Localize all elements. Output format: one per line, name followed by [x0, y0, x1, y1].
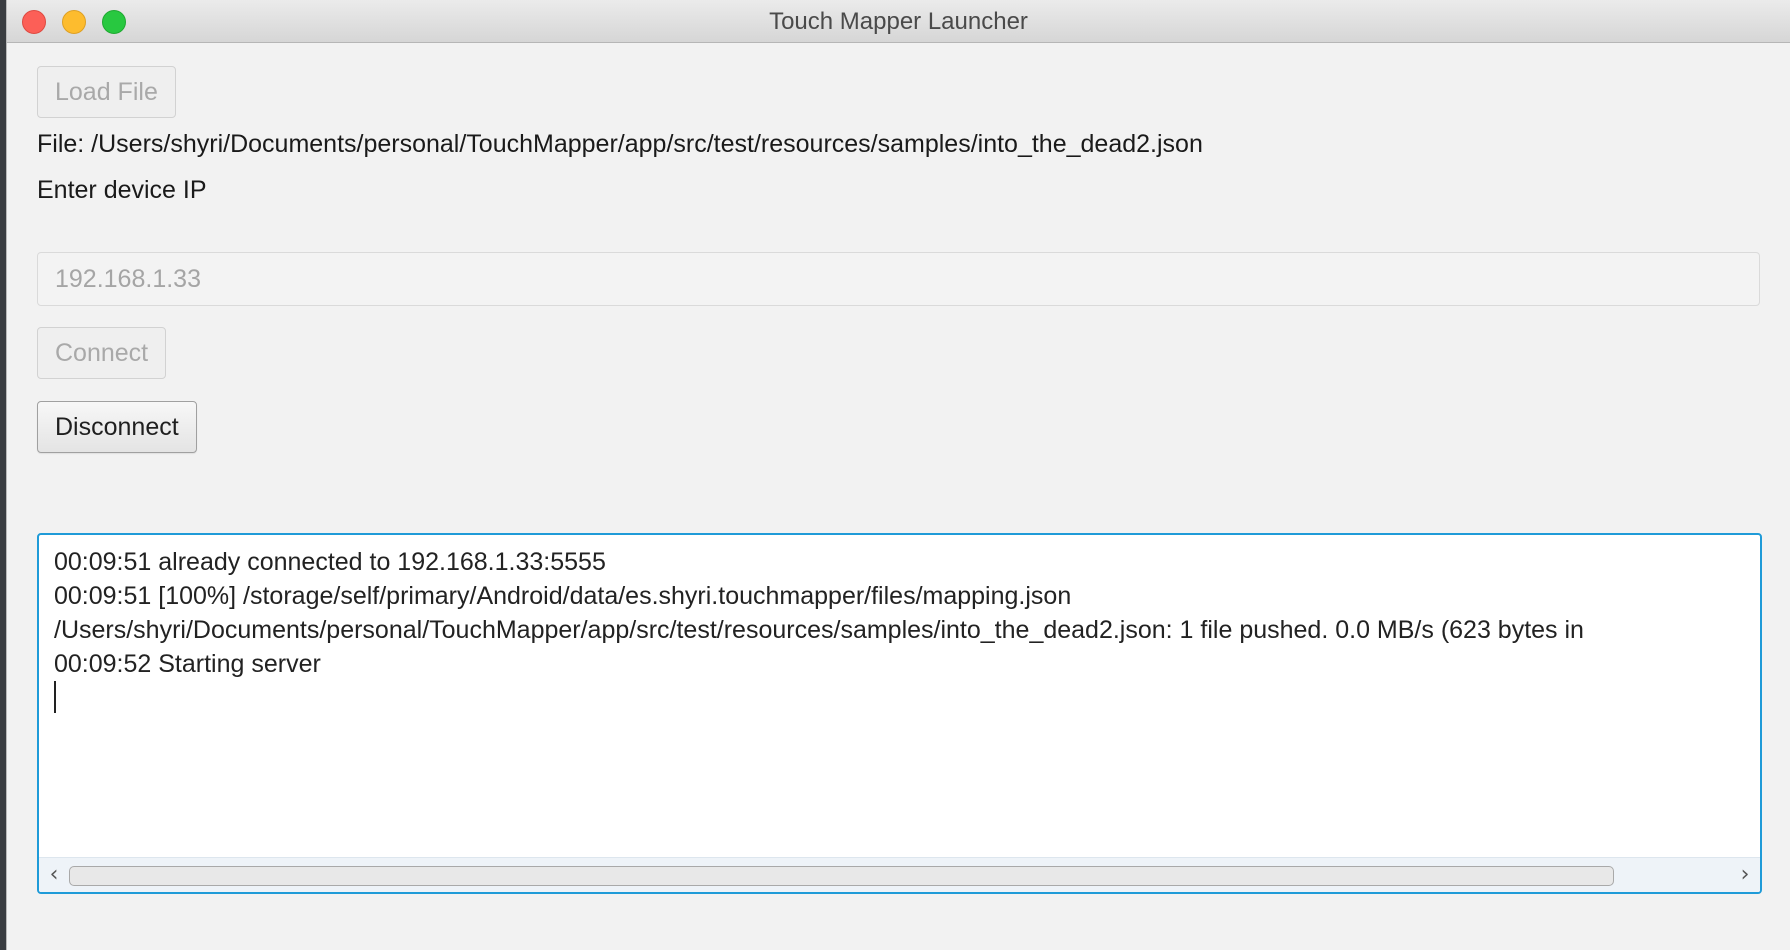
horizontal-scrollbar[interactable]: ‹ ›	[39, 857, 1760, 892]
main-content: Load File File: /Users/shyri/Documents/p…	[7, 43, 1790, 950]
disconnect-button[interactable]: Disconnect	[37, 401, 197, 453]
file-path-label: File: /Users/shyri/Documents/personal/To…	[37, 130, 1203, 158]
log-line: 00:09:52 Starting server	[54, 650, 321, 678]
text-caret	[54, 681, 56, 713]
app-window: Touch Mapper Launcher Load File File: /U…	[6, 0, 1790, 950]
connect-button[interactable]: Connect	[37, 327, 167, 379]
log-text: 00:09:51 already connected to 192.168.1.…	[54, 545, 1584, 681]
log-line: 00:09:51 [100%] /storage/self/primary/An…	[54, 582, 1072, 610]
device-ip-prompt: Enter device IP	[37, 176, 207, 204]
log-line: 00:09:51 already connected to 192.168.1.…	[54, 548, 606, 576]
scrollbar-thumb[interactable]	[69, 866, 1614, 886]
device-ip-input[interactable]	[37, 252, 1760, 306]
log-output-area[interactable]: 00:09:51 already connected to 192.168.1.…	[37, 533, 1762, 894]
chevron-right-icon[interactable]: ›	[1732, 862, 1758, 888]
chevron-left-icon[interactable]: ‹	[41, 862, 67, 888]
load-file-button[interactable]: Load File	[37, 66, 176, 118]
log-line: /Users/shyri/Documents/personal/TouchMap…	[54, 616, 1584, 644]
title-bar[interactable]: Touch Mapper Launcher	[7, 0, 1790, 43]
window-title: Touch Mapper Launcher	[769, 8, 1028, 35]
